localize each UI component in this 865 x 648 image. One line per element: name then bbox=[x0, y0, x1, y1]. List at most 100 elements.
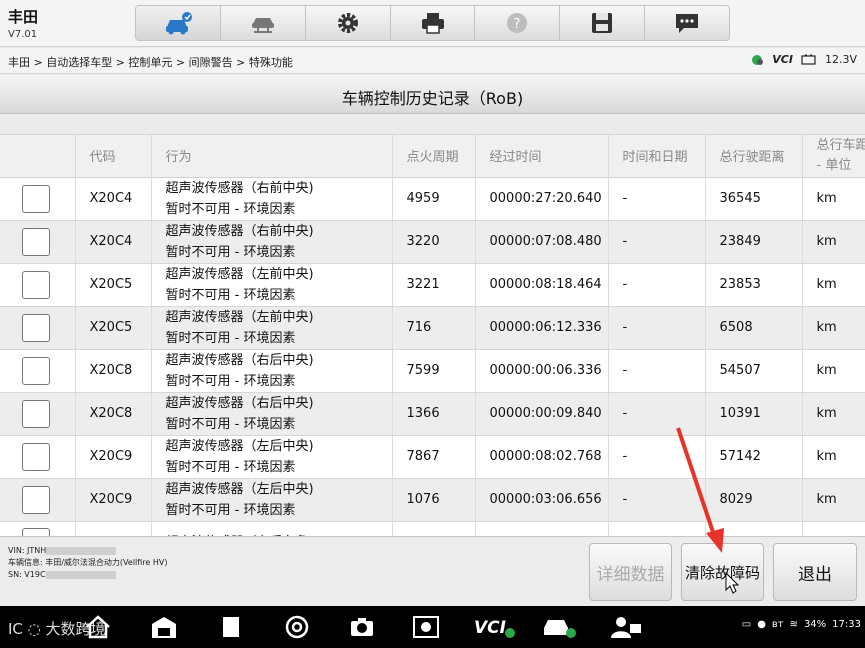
elapsed-cell: 00000:08:02.768 bbox=[475, 435, 609, 479]
datetime-cell: - bbox=[608, 349, 706, 393]
exit-button[interactable]: 退出 bbox=[773, 543, 857, 601]
header-code: 代码 bbox=[75, 135, 152, 178]
toolbar: ? bbox=[135, 5, 730, 41]
help-button[interactable]: ? bbox=[475, 6, 561, 40]
elapsed-cell: 00000:00:06.336 bbox=[475, 349, 609, 393]
table-row[interactable]: X20C4 超声波传感器（右前中央) 暂时不可用 - 环境因素 4959 00000:2… bbox=[0, 177, 865, 221]
behavior-line-2: 暂时不可用 - 环境因素 bbox=[165, 373, 296, 389]
vin-redacted bbox=[46, 546, 117, 555]
row-checkbox[interactable] bbox=[22, 399, 50, 428]
clear-codes-button[interactable]: 清除故障码 bbox=[681, 543, 764, 601]
detail-data-button[interactable]: 详细数据 bbox=[589, 543, 672, 601]
brand: 丰田 V7.01 bbox=[8, 6, 38, 40]
row-checkbox[interactable] bbox=[22, 227, 50, 256]
elapsed-cell: 00000:27:20.640 bbox=[475, 177, 609, 221]
battery-percent: 34% bbox=[803, 619, 827, 630]
unit-cell: km bbox=[802, 478, 865, 522]
code-cell: X20C5 bbox=[75, 306, 152, 350]
distance-cell: 23849 bbox=[705, 220, 803, 264]
row-select-cell bbox=[0, 435, 76, 479]
row-checkbox[interactable] bbox=[22, 184, 50, 213]
row-select-cell bbox=[0, 177, 76, 221]
row-checkbox[interactable] bbox=[22, 270, 50, 299]
elapsed-cell: 00000:06:12.336 bbox=[475, 306, 609, 350]
behavior-line-1: 超声波传感器（左后中央) bbox=[165, 481, 314, 497]
ignition-cell: 716 bbox=[392, 306, 476, 350]
network-icon bbox=[752, 54, 764, 65]
chrome-icon bbox=[285, 615, 309, 639]
table-row[interactable]: X20C4 超声波传感器（右前中央) 暂时不可用 - 环境因素 3220 00000:0… bbox=[0, 220, 865, 264]
row-checkbox[interactable] bbox=[22, 313, 50, 342]
message-icon bbox=[676, 14, 699, 33]
table-header-row: 代码 行为 点火周期 经过时间 时间和日期 总行驶距离 总行车距 - 单位 bbox=[0, 135, 865, 178]
behavior-cell: 超声波传感器（左前中央) 暂时不可用 - 环境因素 bbox=[151, 263, 393, 307]
breadcrumb: 丰田 > 自动选择车型 > 控制单元 > 间隙警告 > 特殊功能 bbox=[8, 56, 293, 69]
distance-cell: 54615 bbox=[705, 521, 803, 536]
system-status: ▭ ● ʙᴛ ≋ 34% 17:33 bbox=[742, 619, 861, 630]
behavior-cell: 超声波传感器（右后中央) 暂时不可用 - 环境因素 bbox=[151, 392, 393, 436]
recent-apps-button[interactable] bbox=[217, 614, 245, 640]
ignition-cell: 7620 bbox=[392, 521, 476, 536]
home-button[interactable] bbox=[84, 614, 112, 640]
behavior-line-1: 超声波传感器（右前中央) bbox=[165, 223, 314, 239]
code-cell: X20C5 bbox=[75, 263, 152, 307]
camera-button[interactable] bbox=[348, 614, 376, 640]
settings-button[interactable] bbox=[306, 6, 391, 40]
distance-cell: 36545 bbox=[705, 177, 803, 221]
code-cell: X20C8 bbox=[75, 392, 152, 436]
row-select-cell bbox=[0, 220, 76, 264]
table-row[interactable]: X20C5 超声波传感器（左前中央) 暂时不可用 - 环境因素 3221 00000:0… bbox=[0, 263, 865, 307]
datetime-cell: - bbox=[608, 478, 706, 522]
remote-expert-button[interactable] bbox=[608, 614, 644, 640]
row-checkbox[interactable] bbox=[22, 356, 50, 385]
ignition-cell: 1366 bbox=[392, 392, 476, 436]
row-checkbox[interactable] bbox=[22, 528, 50, 536]
browser-button[interactable] bbox=[283, 614, 311, 640]
table-row[interactable]: X20CA超声波传感器（右后车角)762000000:02:24.48 54615… bbox=[0, 521, 865, 536]
row-select-cell bbox=[0, 349, 76, 393]
row-select-cell bbox=[0, 478, 76, 522]
voltage-readout: 12.3V bbox=[824, 53, 857, 66]
battery-icon bbox=[801, 54, 816, 65]
status-area: VCI 12.3V bbox=[750, 53, 857, 66]
brightness-button[interactable] bbox=[412, 614, 440, 640]
behavior-line-1: 超声波传感器（右后中央) bbox=[165, 352, 314, 368]
behavior-cell: 超声波传感器（右后中央) 暂时不可用 - 环境因素 bbox=[151, 349, 393, 393]
vehicle-status-button[interactable] bbox=[541, 614, 577, 640]
distance-cell: 57142 bbox=[705, 435, 803, 479]
table-row[interactable]: X20C9 超声波传感器（左后中央) 暂时不可用 - 环境因素 1076 00000:0… bbox=[0, 478, 865, 522]
vci-button[interactable]: VCI bbox=[472, 614, 516, 640]
car-diagnostics-button[interactable] bbox=[136, 6, 221, 40]
behavior-cell: 超声波传感器（左后中央) 暂时不可用 - 环境因素 bbox=[151, 435, 393, 479]
print-button[interactable] bbox=[391, 6, 476, 40]
clock: 17:33 bbox=[832, 619, 861, 630]
message-button[interactable] bbox=[645, 6, 729, 40]
unit-cell: km bbox=[802, 521, 865, 536]
table-row[interactable]: X20C8 超声波传感器（右后中央) 暂时不可用 - 环境因素 1366 00000:0… bbox=[0, 392, 865, 436]
car-lift-button[interactable] bbox=[221, 6, 306, 40]
code-cell: X20CA bbox=[75, 521, 152, 536]
datetime-cell: - bbox=[608, 306, 706, 350]
unit-cell: km bbox=[802, 220, 865, 264]
row-checkbox[interactable] bbox=[22, 485, 50, 514]
table-row[interactable]: X20C9 超声波传感器（左后中央) 暂时不可用 - 环境因素 7867 00000:0… bbox=[0, 435, 865, 479]
garage-button[interactable] bbox=[150, 614, 178, 640]
unit-cell: km bbox=[802, 306, 865, 350]
table-row[interactable]: X20C8 超声波传感器（右后中央) 暂时不可用 - 环境因素 7599 00000:0… bbox=[0, 349, 865, 393]
app-version: V7.01 bbox=[8, 29, 38, 40]
unit-cell: km bbox=[802, 349, 865, 393]
row-select-cell bbox=[0, 263, 76, 307]
remote-expert-icon bbox=[611, 617, 641, 638]
sn-redacted bbox=[45, 570, 116, 579]
behavior-cell: 超声波传感器（左前中央) 暂时不可用 - 环境因素 bbox=[151, 306, 393, 350]
rob-history-table-area[interactable]: 代码 行为 点火周期 经过时间 时间和日期 总行驶距离 总行车距 - 单位 X2… bbox=[0, 114, 865, 536]
unit-cell: km bbox=[802, 392, 865, 436]
behavior-line-2: 暂时不可用 - 环境因素 bbox=[165, 244, 296, 260]
row-checkbox[interactable] bbox=[22, 442, 50, 471]
vehicle-info: VIN: JTNH 车辆信息: 丰田/威尔法混合动力(Vellfire HV) … bbox=[8, 545, 168, 581]
ignition-cell: 7867 bbox=[392, 435, 476, 479]
save-button[interactable] bbox=[560, 6, 646, 40]
table-row[interactable]: X20C5 超声波传感器（左前中央) 暂时不可用 - 环境因素 716 00000:06… bbox=[0, 306, 865, 350]
behavior-cell: 超声波传感器（右前中央) 暂时不可用 - 环境因素 bbox=[151, 220, 393, 264]
behavior-line-2: 暂时不可用 - 环境因素 bbox=[165, 416, 296, 432]
